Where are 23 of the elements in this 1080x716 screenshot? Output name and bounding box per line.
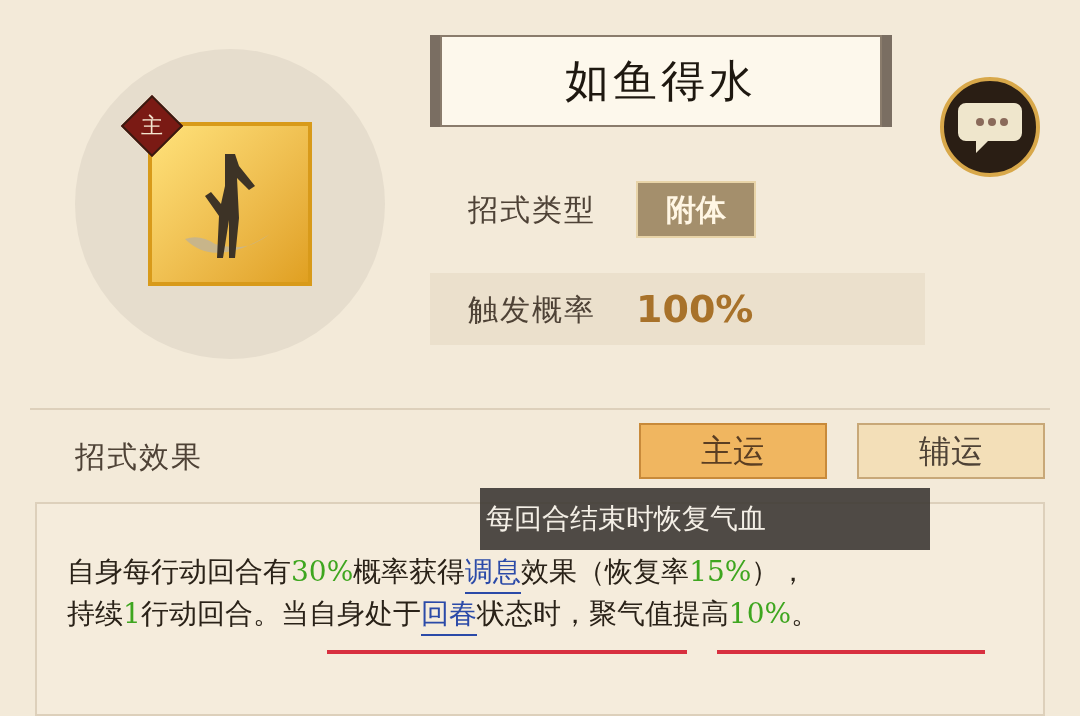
value-text: 15% <box>689 554 752 590</box>
attribute-label: 招式类型 <box>468 190 596 229</box>
description-text: 效果（恢复率 <box>521 554 690 590</box>
value-text: 10% <box>728 596 792 632</box>
tooltip: 每回合结束时恢复气血 <box>480 488 930 550</box>
section-title: 招式效果 <box>75 437 203 476</box>
skill-title: 如鱼得水 <box>440 35 882 127</box>
description-text: ）， <box>751 554 808 590</box>
effect-tab[interactable]: 主运 <box>639 423 827 479</box>
description-text: 持续 <box>67 596 123 632</box>
effect-tab[interactable]: 辅运 <box>857 423 1045 479</box>
trigger-rate-value: 100% <box>636 285 754 333</box>
keyword-link[interactable]: 调息 <box>465 552 522 594</box>
description-text: 。 <box>791 596 820 632</box>
value-text: 1 <box>123 596 141 632</box>
value-text: 30% <box>291 554 354 590</box>
description-text: 状态时，聚气值提高 <box>476 596 729 632</box>
type-tag: 附体 <box>636 180 756 238</box>
keyword-link[interactable]: 回春 <box>420 594 477 636</box>
description-text: 自身每行动回合有 <box>67 554 291 590</box>
attribute-label: 触发概率 <box>468 290 596 329</box>
description-text: 行动回合。当自身处于 <box>140 596 421 632</box>
description-text: 概率获得 <box>353 554 466 590</box>
